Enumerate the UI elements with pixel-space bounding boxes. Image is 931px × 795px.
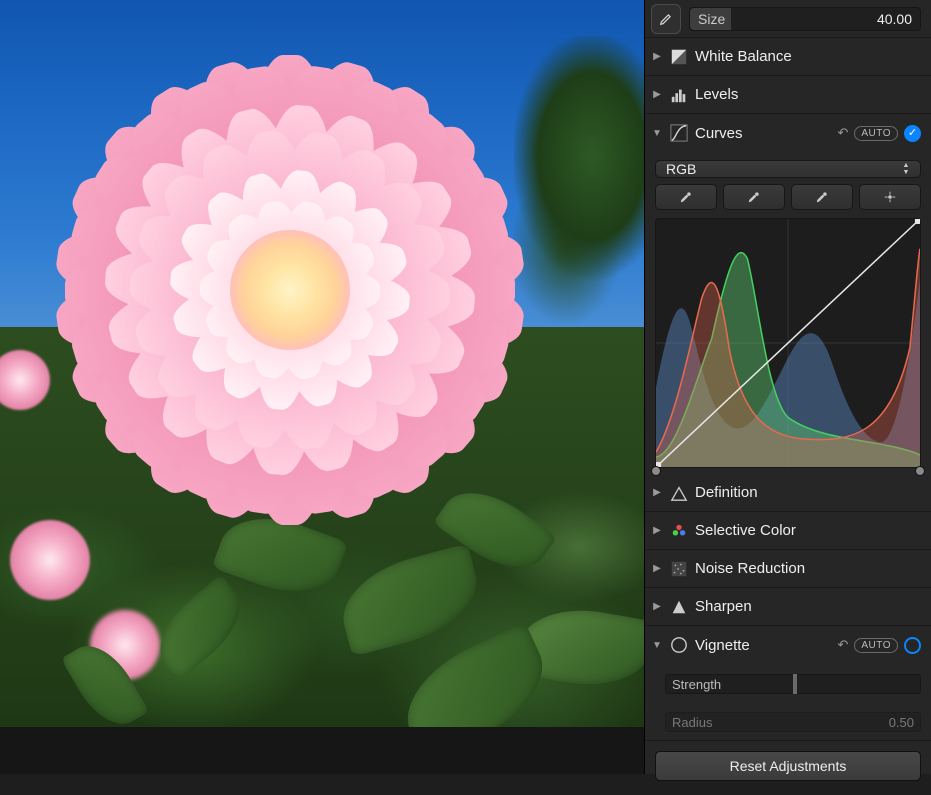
photo-preview (0, 0, 644, 727)
curves-auto-button[interactable]: AUTO (854, 126, 898, 141)
chevron-down-icon: ▼ (651, 639, 663, 651)
white-balance-icon (669, 47, 689, 67)
image-canvas[interactable] (0, 0, 644, 774)
vignette-icon (669, 635, 689, 655)
eyedropper-icon (815, 190, 829, 204)
adjustments-sidebar: Size 40.00 ▶ White Balance ▶ Levels ▼ Cu… (644, 0, 931, 774)
section-sharpen[interactable]: ▶ Sharpen (645, 588, 931, 626)
selective-color-label: Selective Color (695, 522, 796, 539)
section-levels[interactable]: ▶ Levels (645, 76, 931, 114)
size-slider[interactable]: Size 40.00 (689, 7, 921, 31)
section-selective-color[interactable]: ▶ Selective Color (645, 512, 931, 550)
vignette-undo-button[interactable]: ↶ (837, 637, 848, 653)
select-stepper-icon: ▲▼ (898, 162, 914, 176)
curve-handle-shadow[interactable] (651, 466, 661, 476)
vignette-strength-slider[interactable]: Strength (665, 674, 921, 694)
chevron-right-icon: ▶ (651, 601, 663, 613)
definition-icon (669, 483, 689, 503)
noise-reduction-icon (669, 559, 689, 579)
curves-channel-select[interactable]: RGB ▲▼ (655, 160, 921, 178)
curves-undo-button[interactable]: ↶ (837, 125, 848, 141)
definition-label: Definition (695, 484, 758, 501)
sharpen-icon (669, 597, 689, 617)
vignette-radius-row: Radius 0.50 (645, 702, 931, 740)
vignette-auto-button[interactable]: AUTO (854, 638, 898, 653)
section-white-balance[interactable]: ▶ White Balance (645, 38, 931, 76)
sidebar-footer: Reset Adjustments (645, 740, 931, 795)
curves-icon (669, 123, 689, 143)
levels-label: Levels (695, 86, 738, 103)
chevron-right-icon: ▶ (651, 487, 663, 499)
curves-label: Curves (695, 125, 743, 142)
vignette-strength-label: Strength (672, 677, 721, 692)
noise-reduction-label: Noise Reduction (695, 560, 805, 577)
vignette-label: Vignette (695, 637, 750, 654)
chevron-down-icon: ▼ (651, 127, 663, 139)
selective-color-icon (669, 521, 689, 541)
retouch-tool-button[interactable] (651, 4, 681, 34)
add-point-icon (883, 190, 897, 204)
white-point-picker[interactable] (791, 184, 853, 210)
white-balance-label: White Balance (695, 48, 792, 65)
retouch-brush-icon (659, 12, 673, 26)
chevron-right-icon: ▶ (651, 525, 663, 537)
vignette-radius-value: 0.50 (889, 715, 914, 730)
add-point-button[interactable] (859, 184, 921, 210)
retouch-size-row: Size 40.00 (645, 0, 931, 38)
section-curves[interactable]: ▼ Curves ↶ AUTO (645, 114, 931, 152)
curves-enable-toggle[interactable] (904, 125, 921, 142)
size-value: 40.00 (877, 11, 912, 27)
vignette-strength-row: Strength (645, 664, 931, 702)
vignette-radius-slider[interactable]: Radius 0.50 (665, 712, 921, 732)
curve-handle-highlight[interactable] (915, 466, 925, 476)
vignette-radius-label: Radius (672, 715, 712, 730)
size-label: Size (698, 11, 725, 27)
eyedropper-icon (679, 190, 693, 204)
curves-histogram[interactable] (655, 218, 921, 468)
gray-point-picker[interactable] (723, 184, 785, 210)
curves-picker-row (645, 184, 931, 218)
chevron-right-icon: ▶ (651, 51, 663, 63)
levels-icon (669, 85, 689, 105)
vignette-enable-toggle[interactable] (904, 637, 921, 654)
black-point-picker[interactable] (655, 184, 717, 210)
section-definition[interactable]: ▶ Definition (645, 474, 931, 512)
section-vignette[interactable]: ▼ Vignette ↶ AUTO (645, 626, 931, 664)
reset-adjustments-button[interactable]: Reset Adjustments (655, 751, 921, 781)
chevron-right-icon: ▶ (651, 89, 663, 101)
curves-channel-value: RGB (666, 161, 696, 177)
chevron-right-icon: ▶ (651, 563, 663, 575)
sharpen-label: Sharpen (695, 598, 752, 615)
section-noise-reduction[interactable]: ▶ Noise Reduction (645, 550, 931, 588)
vignette-strength-knob[interactable] (793, 674, 797, 694)
eyedropper-icon (747, 190, 761, 204)
